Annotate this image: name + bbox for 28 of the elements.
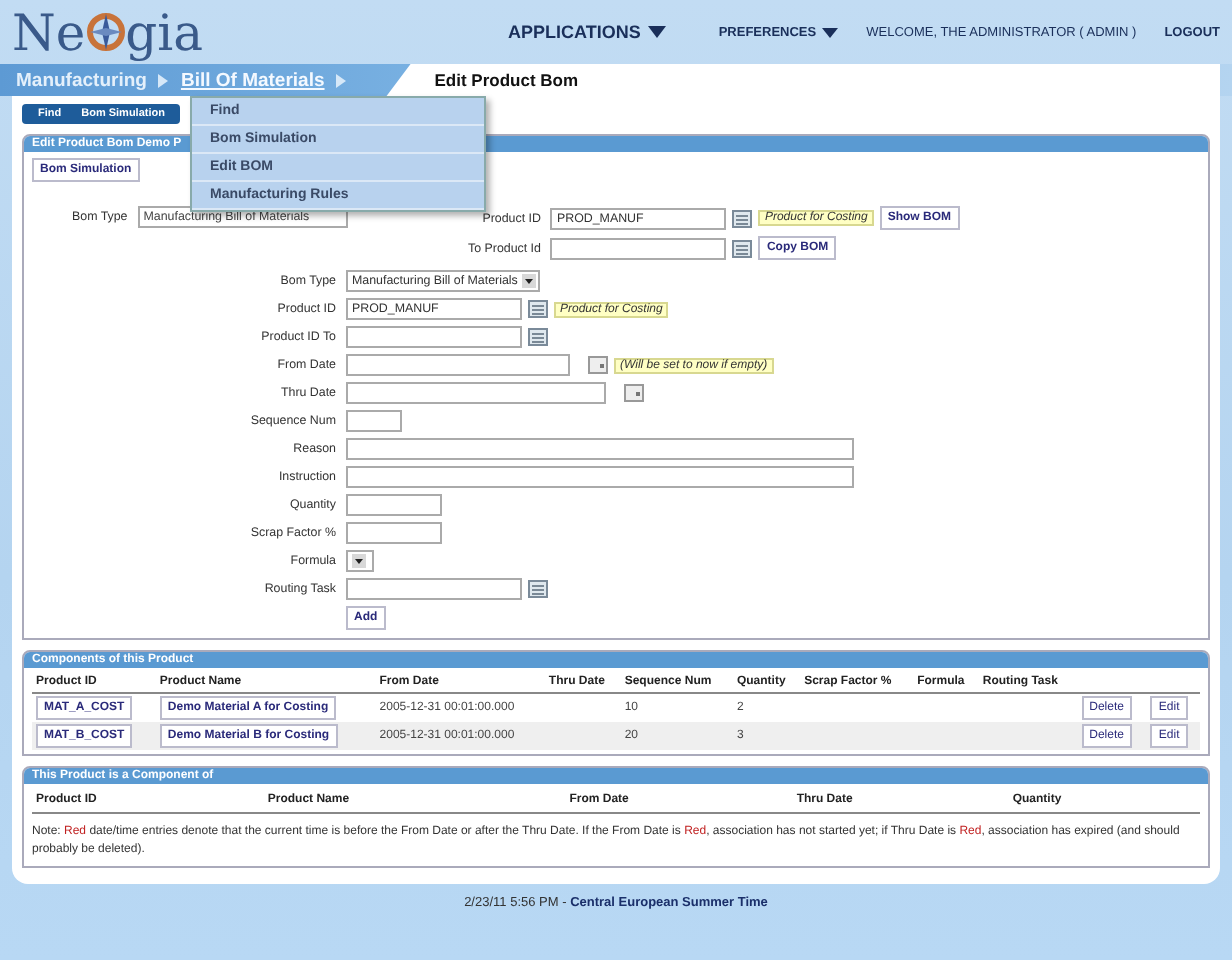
arrow-icon [336, 73, 347, 87]
applications-menu[interactable]: APPLICATIONS [508, 22, 667, 42]
input-field[interactable] [346, 494, 442, 516]
input-field[interactable] [346, 438, 854, 460]
input-field[interactable] [346, 382, 606, 404]
caret-icon [648, 26, 667, 38]
input-field[interactable] [346, 466, 854, 488]
input-field[interactable] [346, 326, 522, 348]
lookup-icon[interactable] [732, 239, 753, 257]
arrow-icon [158, 73, 169, 87]
dropdown-arrow-icon [352, 554, 366, 568]
compass-icon [85, 10, 126, 54]
caret-icon [822, 27, 839, 37]
calendar-icon[interactable] [588, 356, 608, 374]
input-field[interactable] [346, 578, 522, 600]
calendar-icon[interactable] [624, 384, 644, 402]
input-field[interactable] [346, 354, 570, 376]
dropdown-arrow-icon [522, 274, 536, 288]
select-field[interactable] [346, 550, 374, 572]
lookup-icon[interactable] [528, 328, 548, 346]
input-field[interactable] [346, 410, 402, 432]
lookup-icon[interactable] [528, 300, 548, 318]
logo-text: Ne [12, 7, 86, 57]
input-field[interactable] [346, 522, 442, 544]
logo-text: gia [125, 7, 204, 57]
lookup-icon[interactable] [528, 580, 548, 598]
to-product-id-field[interactable] [550, 237, 727, 259]
lookup-icon[interactable] [732, 209, 753, 227]
